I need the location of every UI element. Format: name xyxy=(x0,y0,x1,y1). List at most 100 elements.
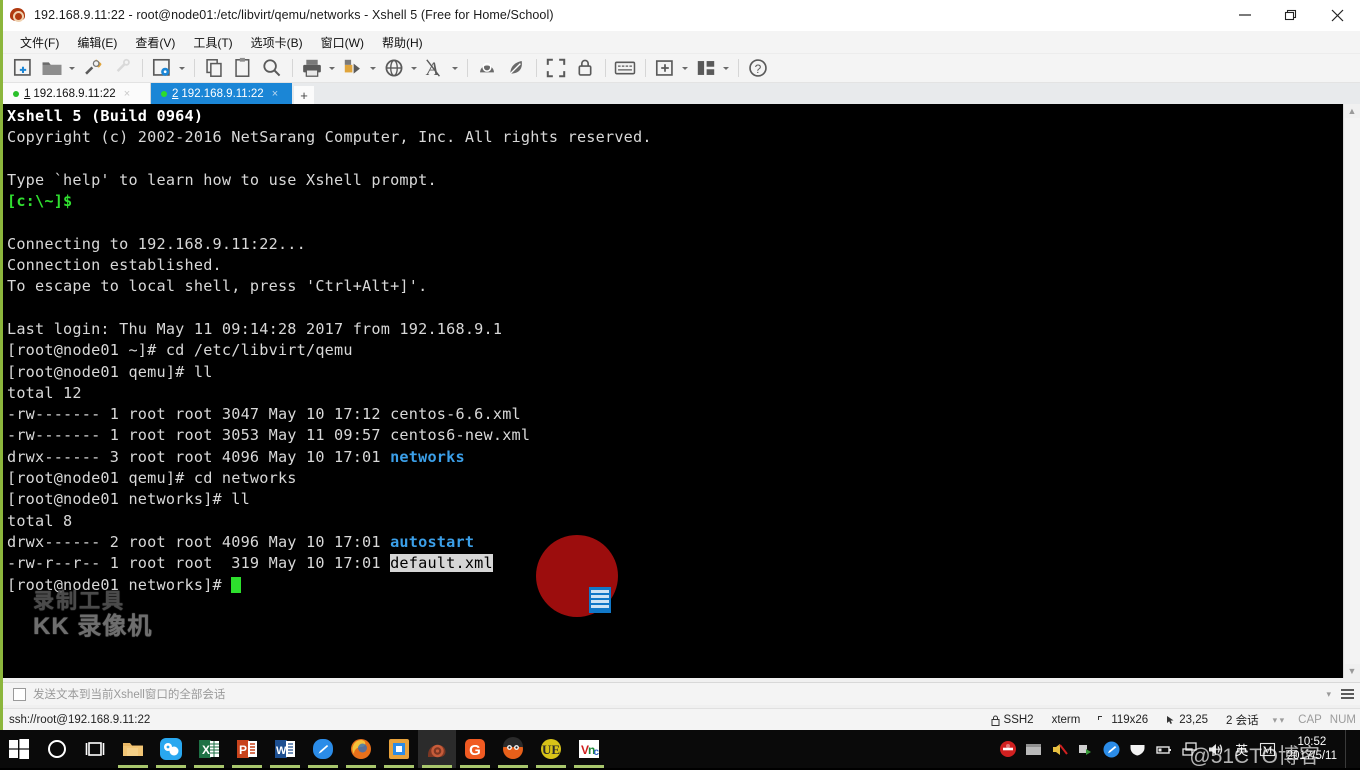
terminal-span: [root@node01 ~]# cd /etc/libvirt/qemu xyxy=(7,341,353,360)
add-box-caret-icon[interactable] xyxy=(682,66,688,70)
tab-session-1[interactable]: 1 192.168.9.11:22 × xyxy=(3,83,151,105)
file-explorer-button[interactable] xyxy=(114,730,152,768)
start-button[interactable] xyxy=(0,730,38,768)
globe-icon[interactable] xyxy=(380,56,408,80)
restore-button[interactable] xyxy=(1268,0,1314,30)
tray-monitor-icon[interactable] xyxy=(1177,730,1203,768)
menu-window[interactable]: 窗口(W) xyxy=(312,32,373,53)
fullscreen-icon[interactable] xyxy=(542,56,570,80)
qq-button[interactable] xyxy=(152,730,190,768)
taskbar-clock[interactable]: 10:52 2017/5/11 xyxy=(1281,735,1345,763)
tray-ime-icon[interactable]: 英 xyxy=(1229,730,1255,768)
screen: 192.168.9.11:22 - root@node01:/etc/libvi… xyxy=(0,0,1360,768)
tray-network-share-icon[interactable] xyxy=(1073,730,1099,768)
task-view-button[interactable] xyxy=(76,730,114,768)
menu-file[interactable]: 文件(F) xyxy=(11,32,68,53)
tray-display-icon[interactable] xyxy=(1021,730,1047,768)
tab-status-dot-icon xyxy=(161,91,167,97)
show-desktop-button[interactable] xyxy=(1345,730,1356,768)
menu-help[interactable]: 帮助(H) xyxy=(373,32,432,53)
scrollbar-thumb[interactable] xyxy=(1344,118,1360,664)
editor-button[interactable] xyxy=(304,730,342,768)
new-tab-button[interactable]: + xyxy=(294,86,314,105)
copy-icon[interactable] xyxy=(200,56,228,80)
folder-icon xyxy=(123,743,143,756)
word-button[interactable]: W xyxy=(266,730,304,768)
keyboard-icon[interactable] xyxy=(611,56,639,80)
terminal-scrollbar[interactable]: ▲ ▼ xyxy=(1343,104,1360,678)
print-caret-icon[interactable] xyxy=(329,66,335,70)
status-protocol: SSH2 xyxy=(991,714,1034,726)
font-caret-icon[interactable] xyxy=(452,66,458,70)
xshell-snail-icon xyxy=(10,7,26,23)
toolbar-separator xyxy=(645,59,646,77)
properties-icon[interactable] xyxy=(148,56,176,80)
transfer-caret-icon[interactable] xyxy=(370,66,376,70)
bluedrop-icon xyxy=(313,739,333,759)
toolbar-separator xyxy=(605,59,606,77)
tab-close-icon[interactable]: × xyxy=(272,88,278,100)
face-app-button[interactable] xyxy=(494,730,532,768)
question-icon[interactable]: ? xyxy=(744,56,772,80)
ie-button[interactable] xyxy=(380,730,418,768)
toolbar-separator xyxy=(738,59,739,77)
tray-shield-icon[interactable] xyxy=(1125,730,1151,768)
minimize-button[interactable] xyxy=(1222,0,1268,30)
shell-leaf-icon[interactable] xyxy=(502,56,530,80)
ultraedit-button[interactable]: UE xyxy=(532,730,570,768)
ue-icon: UE xyxy=(541,739,561,759)
status-bar: ssh://root@192.168.9.11:22 SSH2 xterm 11… xyxy=(3,708,1360,731)
transfer-icon[interactable] xyxy=(339,56,367,80)
status-extra-caret-icon[interactable]: ▾ ▾ xyxy=(1273,715,1285,726)
font-icon[interactable]: A xyxy=(421,56,449,80)
tray-volume-icon[interactable] xyxy=(1203,730,1229,768)
globe-caret-icon[interactable] xyxy=(411,66,417,70)
layout-caret-icon[interactable] xyxy=(723,66,729,70)
terminal-span: -rw------- 1 root root 3053 May 11 09:57… xyxy=(7,426,531,445)
vnc-button[interactable]: V n c xyxy=(570,730,608,768)
tray-ime-mode-icon[interactable]: M xyxy=(1255,730,1281,768)
chevron-down-icon[interactable]: ▾ xyxy=(1326,689,1331,700)
tray-drop-icon[interactable] xyxy=(1099,730,1125,768)
new-session-icon[interactable] xyxy=(9,56,37,80)
shell-snail-icon[interactable] xyxy=(473,56,501,80)
open-folder-caret-icon[interactable] xyxy=(69,66,75,70)
tab-label: 192.168.9.11:22 xyxy=(181,88,264,100)
hamburger-icon[interactable] xyxy=(1341,689,1354,699)
tray-security-icon[interactable] xyxy=(995,730,1021,768)
tab-close-icon[interactable]: × xyxy=(124,88,130,100)
menu-view[interactable]: 查看(V) xyxy=(126,32,184,53)
scroll-down-icon[interactable]: ▼ xyxy=(1348,664,1357,678)
tray-battery-icon[interactable] xyxy=(1151,730,1177,768)
powerpoint-button[interactable]: P xyxy=(228,730,266,768)
terminal-span: -rw------- 1 root root 3047 May 10 17:12… xyxy=(7,405,521,424)
cortana-search-button[interactable] xyxy=(38,730,76,768)
layout-icon[interactable] xyxy=(692,56,720,80)
open-folder-icon[interactable] xyxy=(38,56,66,80)
terminal-span: [c:\~]$ xyxy=(7,192,73,211)
paste-icon[interactable] xyxy=(229,56,257,80)
excel-button[interactable]: X xyxy=(190,730,228,768)
reconnect-icon[interactable] xyxy=(79,56,107,80)
terminal-screen[interactable]: Xshell 5 (Build 0964) Copyright (c) 2002… xyxy=(3,104,1343,678)
add-box-icon[interactable] xyxy=(651,56,679,80)
tray-sound-off-icon[interactable] xyxy=(1047,730,1073,768)
menu-tools[interactable]: 工具(T) xyxy=(184,32,241,53)
properties-caret-icon[interactable] xyxy=(179,66,185,70)
svg-text:A: A xyxy=(425,59,439,80)
lock-icon[interactable] xyxy=(571,56,599,80)
firefox-button[interactable] xyxy=(342,730,380,768)
g-app-button[interactable]: G xyxy=(456,730,494,768)
title-bar: 192.168.9.11:22 - root@node01:/etc/libvi… xyxy=(3,0,1360,31)
menu-edit[interactable]: 编辑(E) xyxy=(68,32,126,53)
tab-session-2[interactable]: 2 192.168.9.11:22 × xyxy=(151,83,292,105)
recorder-watermark: 录制工具 KK 录像机 xyxy=(33,591,152,639)
terminal-span: -rw-r--r-- 1 root root 319 May 10 17:01 xyxy=(7,554,391,573)
search-icon[interactable] xyxy=(258,56,286,80)
xshell-button[interactable] xyxy=(418,730,456,768)
scroll-up-icon[interactable]: ▲ xyxy=(1348,104,1357,118)
print-icon[interactable] xyxy=(298,56,326,80)
send-to-all-sessions-checkbox[interactable] xyxy=(13,687,26,701)
close-button[interactable] xyxy=(1314,0,1360,30)
menu-tabs[interactable]: 选项卡(B) xyxy=(242,32,312,53)
